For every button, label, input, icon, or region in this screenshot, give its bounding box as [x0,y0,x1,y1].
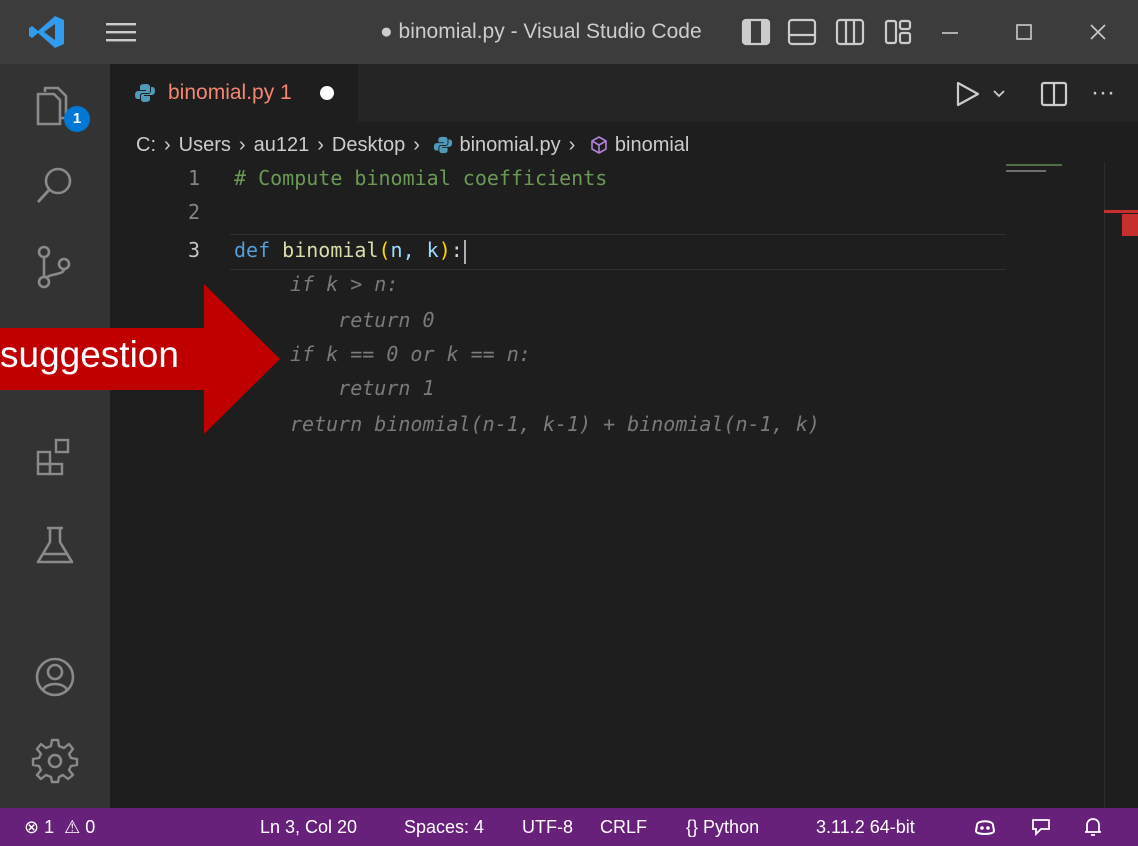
vscode-logo-icon [29,16,64,48]
run-python-file-button[interactable] [956,80,1016,108]
line-number: 2 [187,200,200,224]
python-file-icon [135,84,155,102]
testing-flask-icon[interactable] [30,520,80,570]
error-icon: ⊗ [24,817,40,837]
chevron-right-icon: › [317,133,324,156]
title-bar: ● binomial.py - Visual Studio Code [0,0,1138,64]
token-open-paren: ( [378,238,391,262]
toggle-panel-icon[interactable] [784,14,820,50]
encoding[interactable]: UTF-8 [522,808,573,846]
token-keyword-def: def [234,238,271,262]
annotation-label: suggestion [0,334,179,375]
suggestion-line: return 0 [290,308,435,332]
scrollbar-error-marker [1122,214,1138,236]
language-mode[interactable]: {} Python [686,808,759,846]
chevron-right-icon: › [413,133,420,156]
vertical-scrollbar[interactable] [1104,162,1138,808]
minimap[interactable] [1004,162,1104,192]
python-file-icon [434,136,453,153]
extensions-icon[interactable] [30,430,80,480]
feedback-icon[interactable] [1030,816,1052,838]
language-label: Python [703,817,760,837]
split-editor-icon[interactable] [1040,80,1068,108]
warning-icon: ⚠ [64,817,81,837]
code-editor[interactable]: 1 # Compute binomial coefficients 2 3 de… [110,162,1138,808]
unsaved-dot-icon[interactable] [320,86,334,100]
maximize-icon[interactable] [1006,14,1042,50]
cursor-position[interactable]: Ln 3, Col 20 [260,808,357,846]
warning-count: 0 [85,817,96,837]
search-icon[interactable] [30,162,80,212]
suggestion-line: if k == 0 or k == n: [290,342,531,366]
suggestion-line: return 1 [290,376,435,400]
error-count: 1 [44,817,55,837]
breadcrumb-desktop[interactable]: Desktop [332,127,405,163]
chevron-right-icon: › [568,133,576,156]
indentation[interactable]: Spaces: 4 [404,808,484,846]
toggle-secondary-sidebar-icon[interactable] [832,14,868,50]
breadcrumb: C: › Users › au121 › Desktop › binomial.py › bin… [136,126,689,162]
menu-icon[interactable] [104,18,138,46]
code-line-comment: # Compute binomial coefficients [234,166,608,190]
activity-bar [0,64,110,808]
more-actions-icon[interactable]: ··· [1086,78,1120,108]
suggestion-line: return binomial(n-1, k-1) + binomial(n-1… [290,412,820,436]
editor-tab[interactable]: binomial.py 1 [110,64,358,122]
breadcrumb-users[interactable]: Users [179,127,231,163]
window-title: ● binomial.py - Visual Studio Code [380,20,702,43]
close-icon[interactable] [1080,14,1116,50]
braces-icon: {} [686,817,699,837]
status-bar: ⊗ 1 ⚠ 0 Ln 3, Col 20 Spaces: 4 UTF-8 CRL… [0,808,1138,846]
minimize-icon[interactable] [932,14,968,50]
toggle-primary-sidebar-icon[interactable] [738,14,774,50]
tab-label: binomial.py 1 [168,81,292,104]
line-ending[interactable]: CRLF [600,808,647,846]
scrollbar-cursor-marker [1104,210,1138,213]
function-cube-icon [591,135,607,154]
tab-bar: binomial.py 1 ··· [110,64,1138,122]
accounts-icon[interactable] [30,652,80,702]
text-cursor [463,239,466,264]
notifications-bell-icon[interactable] [1082,816,1104,838]
token-colon: : [450,238,463,262]
breadcrumb-drive[interactable]: C: [136,127,156,163]
customize-layout-icon[interactable] [880,14,916,50]
line-number: 3 [187,238,200,262]
copilot-icon[interactable] [974,817,996,837]
line-number: 1 [187,166,200,190]
problems-status[interactable]: ⊗ 1 ⚠ 0 [24,808,95,846]
breadcrumb-user[interactable]: au121 [254,127,310,163]
token-parameters: n, k [390,238,439,262]
explorer-badge: 1 [64,106,90,132]
breadcrumb-file[interactable]: binomial.py [459,127,560,163]
chevron-right-icon: › [238,133,246,156]
python-interpreter[interactable]: 3.11.2 64-bit [816,808,915,846]
token-close-paren: ) [438,238,451,262]
code-line-def: def binomial(n, k): [234,238,466,264]
token-function-name: binomial [282,238,379,262]
chevron-right-icon: › [164,133,171,156]
settings-gear-icon[interactable] [30,736,80,786]
suggestion-line: if k > n: [290,272,399,296]
breadcrumb-symbol[interactable]: binomial [615,127,689,163]
